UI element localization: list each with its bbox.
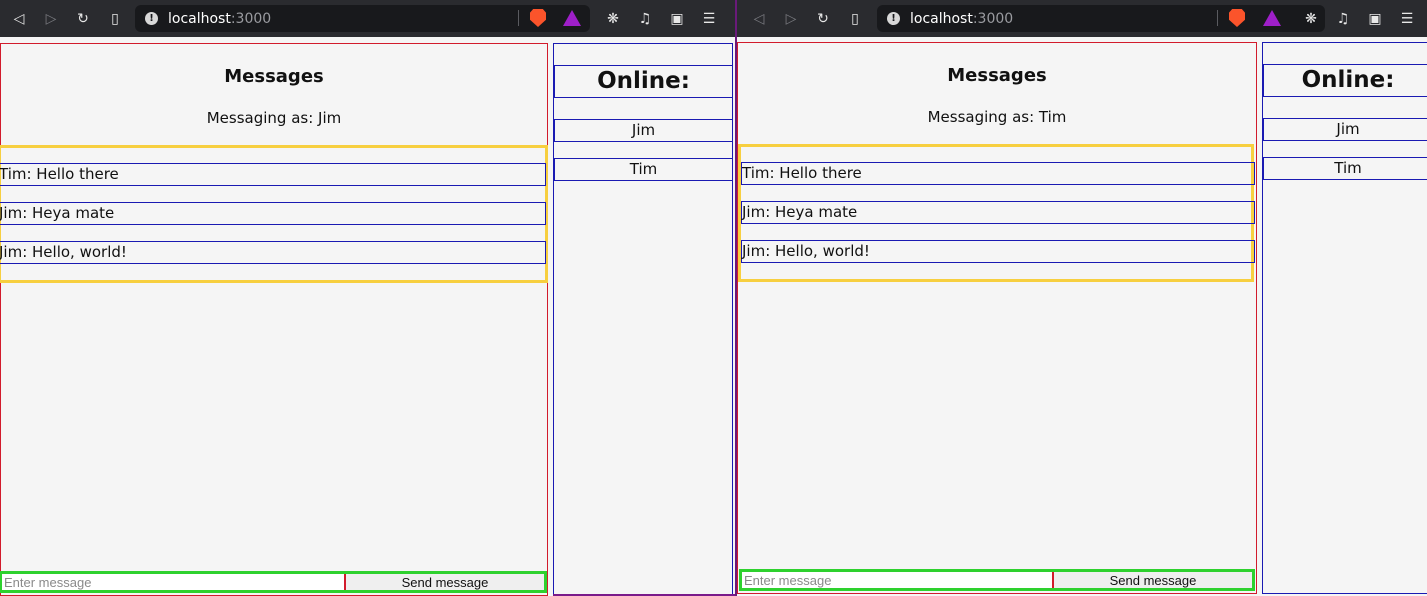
address-bar[interactable]: ! localhost:3000 bbox=[877, 5, 1325, 32]
wallet-icon[interactable]: ▣ bbox=[1364, 8, 1386, 30]
message-input-row: Send message bbox=[739, 569, 1255, 591]
url-divider bbox=[518, 10, 519, 26]
messages-panel: Messages Messaging as: Jim Tim: Hello th… bbox=[0, 43, 548, 596]
url-port: :3000 bbox=[972, 10, 1014, 27]
browser-toolbar: ◁ ▷ ↻ ▯ ! localhost:3000 ❋ ♫ ▣ ☰ bbox=[737, 0, 1427, 37]
brave-shields-icon[interactable] bbox=[530, 9, 546, 27]
message-item: Jim: Hello, world! bbox=[0, 241, 546, 264]
browser-window-jim: ◁ ▷ ↻ ▯ ! localhost:3000 ❋ ♫ ▣ ☰ Message… bbox=[0, 0, 735, 596]
online-user-item: Jim bbox=[554, 119, 733, 142]
messaging-as-label: Messaging as: Tim bbox=[927, 108, 1067, 126]
forward-icon[interactable]: ▷ bbox=[780, 8, 802, 30]
extensions-icon[interactable]: ❋ bbox=[1300, 8, 1322, 30]
message-input[interactable] bbox=[2, 574, 346, 590]
message-item: Jim: Heya mate bbox=[741, 201, 1255, 224]
browser-window-tim: ◁ ▷ ↻ ▯ ! localhost:3000 ❋ ♫ ▣ ☰ Message… bbox=[735, 0, 1427, 596]
online-panel: Online: Jim Tim bbox=[1262, 42, 1427, 594]
message-item: Tim: Hello there bbox=[741, 162, 1255, 185]
site-info-icon[interactable]: ! bbox=[145, 12, 158, 25]
menu-icon[interactable]: ☰ bbox=[698, 8, 720, 30]
message-item: Tim: Hello there bbox=[0, 163, 546, 186]
reload-icon[interactable]: ↻ bbox=[72, 8, 94, 30]
message-input[interactable] bbox=[742, 572, 1054, 588]
brave-rewards-icon[interactable] bbox=[563, 10, 581, 26]
menu-icon[interactable]: ☰ bbox=[1396, 8, 1418, 30]
url-host: localhost bbox=[168, 10, 231, 27]
brave-rewards-icon[interactable] bbox=[1263, 10, 1281, 26]
message-input-row: Send message bbox=[0, 571, 547, 593]
message-list: Tim: Hello there Jim: Heya mate Jim: Hel… bbox=[738, 144, 1255, 282]
url-port: :3000 bbox=[230, 10, 272, 27]
online-user-item: Jim bbox=[1263, 118, 1427, 141]
messages-title: Messages bbox=[947, 65, 1047, 86]
back-icon[interactable]: ◁ bbox=[8, 8, 30, 30]
bookmark-icon[interactable]: ▯ bbox=[844, 8, 866, 30]
url-host: localhost bbox=[910, 10, 973, 27]
bookmark-icon[interactable]: ▯ bbox=[104, 8, 126, 30]
messaging-as-label: Messaging as: Jim bbox=[206, 109, 342, 127]
online-panel: Online: Jim Tim bbox=[553, 43, 733, 596]
back-icon[interactable]: ◁ bbox=[748, 8, 770, 30]
browser-toolbar: ◁ ▷ ↻ ▯ ! localhost:3000 ❋ ♫ ▣ ☰ bbox=[0, 0, 735, 37]
message-item: Jim: Heya mate bbox=[0, 202, 546, 225]
messages-title: Messages bbox=[224, 66, 324, 87]
online-title: Online: bbox=[554, 65, 733, 98]
online-user-item: Tim bbox=[554, 158, 733, 181]
url-divider bbox=[1217, 10, 1218, 26]
media-queue-icon[interactable]: ♫ bbox=[634, 8, 656, 30]
forward-icon[interactable]: ▷ bbox=[40, 8, 62, 30]
reload-icon[interactable]: ↻ bbox=[812, 8, 834, 30]
wallet-icon[interactable]: ▣ bbox=[666, 8, 688, 30]
address-bar[interactable]: ! localhost:3000 bbox=[135, 5, 590, 32]
site-info-icon[interactable]: ! bbox=[887, 12, 900, 25]
messages-panel: Messages Messaging as: Tim Tim: Hello th… bbox=[737, 42, 1257, 594]
send-message-button[interactable]: Send message bbox=[1054, 572, 1252, 588]
brave-shields-icon[interactable] bbox=[1229, 9, 1245, 27]
toolbar-right: ❋ ♫ ▣ ☰ bbox=[1290, 0, 1418, 37]
online-title: Online: bbox=[1263, 64, 1427, 97]
toolbar-right: ❋ ♫ ▣ ☰ bbox=[592, 0, 720, 37]
media-queue-icon[interactable]: ♫ bbox=[1332, 8, 1354, 30]
send-message-button[interactable]: Send message bbox=[346, 574, 544, 590]
message-item: Jim: Hello, world! bbox=[741, 240, 1255, 263]
online-user-item: Tim bbox=[1263, 157, 1427, 180]
message-list: Tim: Hello there Jim: Heya mate Jim: Hel… bbox=[0, 145, 548, 283]
extensions-icon[interactable]: ❋ bbox=[602, 8, 624, 30]
